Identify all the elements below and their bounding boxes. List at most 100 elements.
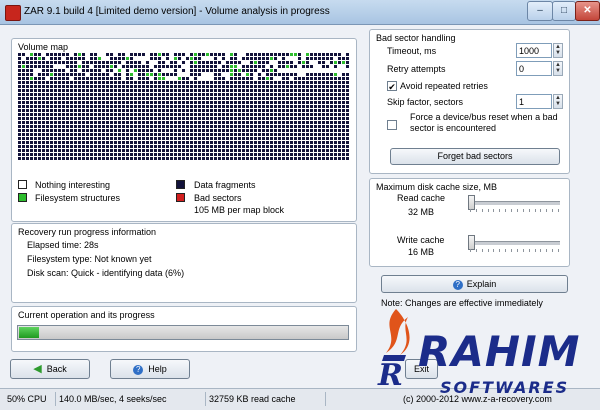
map-block <box>110 113 113 116</box>
map-block <box>306 97 309 100</box>
skip-factor-input[interactable]: 1 <box>516 94 552 109</box>
map-block <box>278 157 281 160</box>
read-cache-slider-track[interactable] <box>468 201 560 205</box>
map-block <box>74 77 77 80</box>
map-block <box>182 65 185 68</box>
map-block <box>214 141 217 144</box>
map-block <box>294 105 297 108</box>
map-block <box>326 69 329 72</box>
close-button[interactable]: ✕ <box>575 1 600 21</box>
maximize-button[interactable]: □ <box>552 1 576 21</box>
map-block <box>342 149 345 152</box>
map-block <box>90 157 93 160</box>
force-reset-label-line1[interactable]: Force a device/bus reset when a bad <box>410 112 558 122</box>
map-block <box>346 69 349 72</box>
map-block <box>30 73 33 76</box>
map-block <box>302 73 305 76</box>
map-block <box>38 109 41 112</box>
spin-down-icon[interactable]: ▼ <box>554 68 562 74</box>
avoid-retries-label[interactable]: Avoid repeated retries <box>400 81 488 91</box>
map-block <box>314 113 317 116</box>
write-cache-slider-track[interactable] <box>468 241 560 245</box>
map-block <box>134 105 137 108</box>
map-block <box>262 93 265 96</box>
map-block <box>230 53 233 56</box>
skip-factor-spinner[interactable]: ▲ ▼ <box>553 94 563 109</box>
retry-input[interactable]: 0 <box>516 61 552 76</box>
force-reset-label-line2[interactable]: sector is encountered <box>410 123 496 133</box>
forget-bad-sectors-button[interactable]: Forget bad sectors <box>390 148 560 165</box>
map-block <box>22 145 25 148</box>
map-block <box>234 57 237 60</box>
minimize-button[interactable]: – <box>527 1 553 21</box>
retry-spinner[interactable]: ▲ ▼ <box>553 61 563 76</box>
read-cache-slider-thumb[interactable] <box>468 195 475 210</box>
force-reset-checkbox[interactable] <box>387 120 397 130</box>
map-block <box>330 105 333 108</box>
map-block <box>42 81 45 84</box>
map-block <box>62 113 65 116</box>
map-block <box>338 69 341 72</box>
map-block <box>142 73 145 76</box>
map-block <box>334 149 337 152</box>
map-block <box>174 129 177 132</box>
map-block <box>78 97 81 100</box>
explain-button[interactable]: ? Explain <box>381 275 568 293</box>
map-block <box>282 157 285 160</box>
map-block <box>130 121 133 124</box>
map-block <box>242 105 245 108</box>
map-block <box>150 113 153 116</box>
map-block <box>198 97 201 100</box>
map-block <box>34 125 37 128</box>
map-block <box>238 105 241 108</box>
map-block <box>342 81 345 84</box>
help-icon: ? <box>452 279 463 290</box>
map-block <box>90 77 93 80</box>
map-block <box>202 157 205 160</box>
map-block <box>242 81 245 84</box>
avoid-retries-checkbox[interactable]: ✔ <box>387 81 397 92</box>
map-block <box>94 133 97 136</box>
map-block <box>146 129 149 132</box>
map-block <box>334 77 337 80</box>
map-block <box>226 153 229 156</box>
map-block <box>106 57 109 60</box>
map-block <box>62 137 65 140</box>
map-block <box>170 133 173 136</box>
map-block <box>178 101 181 104</box>
map-block <box>294 117 297 120</box>
map-block <box>326 137 329 140</box>
map-block <box>174 61 177 64</box>
map-block <box>86 121 89 124</box>
map-block <box>178 149 181 152</box>
map-block <box>270 85 273 88</box>
spin-down-icon[interactable]: ▼ <box>554 50 562 56</box>
timeout-input[interactable]: 1000 <box>516 43 552 58</box>
map-block <box>246 141 249 144</box>
map-block <box>310 137 313 140</box>
app-icon <box>5 5 21 21</box>
map-block <box>114 109 117 112</box>
map-block <box>50 93 53 96</box>
map-block <box>326 73 329 76</box>
write-cache-slider-thumb[interactable] <box>468 235 475 250</box>
map-block <box>342 125 345 128</box>
map-block <box>206 97 209 100</box>
map-block <box>306 149 309 152</box>
map-block <box>314 117 317 120</box>
map-block <box>194 157 197 160</box>
help-button[interactable]: ? Help <box>110 359 190 379</box>
map-block <box>170 153 173 156</box>
map-block <box>306 53 309 56</box>
map-block <box>78 85 81 88</box>
back-button[interactable]: ◀ Back <box>10 359 90 379</box>
map-block <box>170 145 173 148</box>
map-block <box>82 73 85 76</box>
timeout-spinner[interactable]: ▲ ▼ <box>553 43 563 58</box>
spin-down-icon[interactable]: ▼ <box>554 101 562 107</box>
map-block <box>246 149 249 152</box>
map-block <box>54 89 57 92</box>
map-block <box>78 137 81 140</box>
map-block <box>194 53 197 56</box>
retry-label: Retry attempts <box>387 64 446 74</box>
